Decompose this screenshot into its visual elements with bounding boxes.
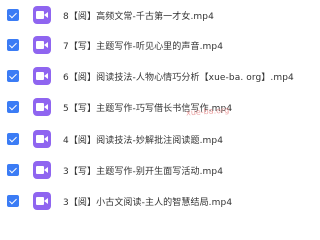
video-file-icon <box>33 130 51 148</box>
file-row[interactable]: 5【写】主题写作-巧写借长书信写作.mp4 <box>0 92 300 124</box>
file-row[interactable]: 3【阅】小古文阅读-主人的智慧结局.mp4 <box>0 186 300 218</box>
checkbox-checked-icon[interactable] <box>7 195 19 207</box>
checkbox-checked-icon[interactable] <box>7 133 19 145</box>
file-row[interactable]: 6【阅】阅读技法-人物心情巧分析【xue-ba. org】.mp4 <box>0 61 300 93</box>
checkbox-checked-icon[interactable] <box>7 101 19 113</box>
file-row[interactable]: 7【写】主题写作-听见心里的声音.mp4 <box>0 30 300 62</box>
video-file-icon <box>33 98 51 116</box>
file-name[interactable]: 8【阅】高频文常-千古第一才女.mp4 <box>63 9 214 22</box>
checkbox-checked-icon[interactable] <box>7 164 19 176</box>
video-file-icon <box>33 161 51 179</box>
checkbox-checked-icon[interactable] <box>7 70 19 82</box>
file-name[interactable]: 3【阅】小古文阅读-主人的智慧结局.mp4 <box>63 195 232 208</box>
file-row[interactable]: 3【写】主题写作-别开生面写活动.mp4 <box>0 155 300 187</box>
checkbox-checked-icon[interactable] <box>7 9 19 21</box>
file-row[interactable]: 8【阅】高频文常-千古第一才女.mp4 <box>0 0 300 32</box>
file-name[interactable]: 7【写】主题写作-听见心里的声音.mp4 <box>63 39 223 52</box>
file-name[interactable]: 3【写】主题写作-别开生面写活动.mp4 <box>63 164 223 177</box>
video-file-icon <box>33 67 51 85</box>
checkbox-checked-icon[interactable] <box>7 39 19 51</box>
file-name[interactable]: 6【阅】阅读技法-人物心情巧分析【xue-ba. org】.mp4 <box>63 70 294 83</box>
file-row[interactable]: 4【阅】阅读技法-妙解批注阅读题.mp4 <box>0 124 300 156</box>
video-file-icon <box>33 36 51 54</box>
video-file-icon <box>33 6 51 24</box>
file-name[interactable]: 4【阅】阅读技法-妙解批注阅读题.mp4 <box>63 133 223 146</box>
video-file-icon <box>33 192 51 210</box>
